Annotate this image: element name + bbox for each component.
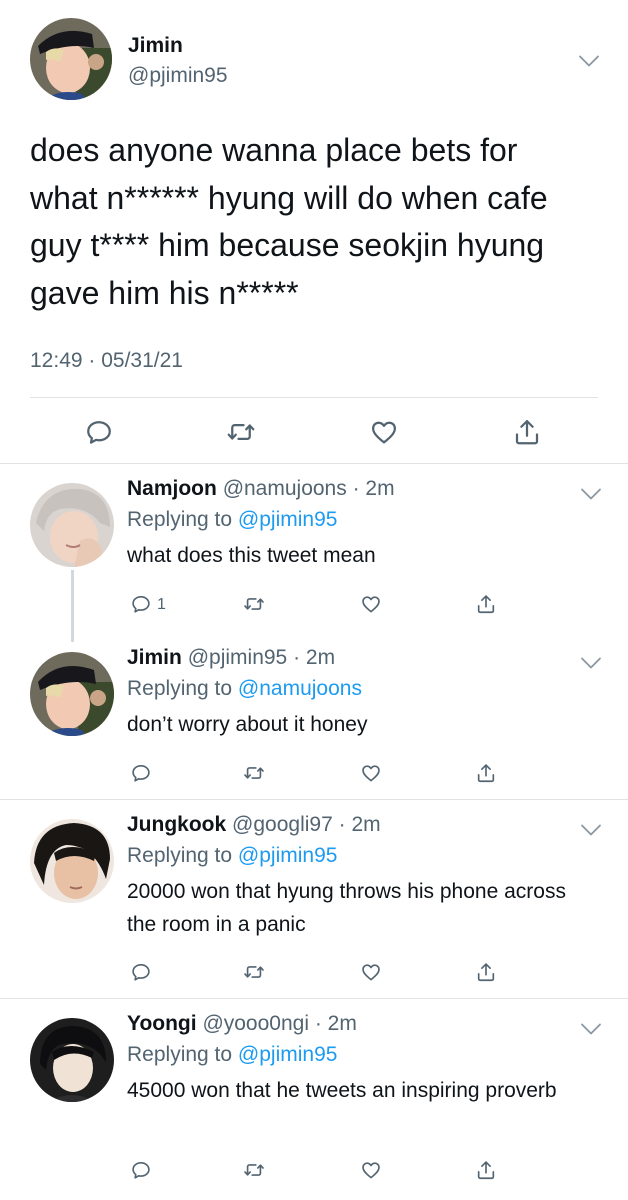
author-handle[interactable]: @yooo0ngi (202, 1012, 309, 1035)
reply-text: 20000 won that hyung throws his phone ac… (127, 880, 566, 936)
reply-tweet[interactable]: Jungkook @googli97 · 2m Replying to @pji… (0, 801, 628, 999)
reply-time[interactable]: 2m (365, 477, 394, 500)
reply-icon[interactable] (130, 762, 152, 784)
thread-connector (71, 570, 74, 642)
divider (30, 397, 598, 398)
tweet-timestamp[interactable]: 12:49 · 05/31/21 (30, 349, 183, 373)
retweet-icon[interactable] (243, 1159, 265, 1181)
chevron-down-icon[interactable] (580, 656, 602, 670)
retweet-icon[interactable] (243, 961, 265, 983)
chevron-down-icon[interactable] (580, 1022, 602, 1036)
retweet-icon[interactable] (243, 762, 265, 784)
avatar[interactable] (30, 819, 114, 903)
avatar[interactable] (30, 1018, 114, 1102)
reply-tweet[interactable]: Jimin @pjimin95 · 2m Replying to @namujo… (0, 634, 628, 800)
reply-icon[interactable] (84, 417, 114, 447)
share-icon[interactable] (512, 417, 542, 447)
reply-header: Yoongi @yooo0ngi · 2m (127, 1012, 357, 1036)
reply-time[interactable]: 2m (328, 1012, 357, 1035)
author-name[interactable]: Jimin (128, 34, 183, 58)
reply-icon[interactable] (130, 961, 152, 983)
reply-text: don’t worry about it honey (127, 713, 368, 736)
retweet-icon[interactable] (243, 593, 265, 615)
author-handle[interactable]: @googli97 (232, 813, 333, 836)
mention-link[interactable]: @pjimin95 (238, 844, 338, 867)
replying-label: Replying to (127, 508, 233, 531)
reply-text: what does this tweet mean (127, 544, 376, 567)
share-icon[interactable] (475, 593, 497, 615)
mention-link[interactable]: @namujoons (238, 677, 362, 700)
reply-tweet[interactable]: Namjoon @namujoons · 2m Replying to @pji… (0, 465, 628, 633)
separator: · (346, 477, 366, 500)
chevron-down-icon[interactable] (580, 487, 602, 501)
replying-to: Replying to @pjimin95 (127, 1043, 337, 1067)
replying-label: Replying to (127, 677, 233, 700)
reply-count: 1 (157, 596, 166, 613)
tweet-text-line: gave him his n***** (30, 274, 299, 311)
author-name[interactable]: Yoongi (127, 1012, 197, 1035)
separator: · (309, 1012, 328, 1035)
replying-to: Replying to @pjimin95 (127, 508, 337, 532)
reply-header: Jimin @pjimin95 · 2m (127, 646, 335, 670)
replying-label: Replying to (127, 844, 233, 867)
mention-link[interactable]: @pjimin95 (238, 508, 338, 531)
author-name[interactable]: Jimin (127, 646, 182, 669)
tweet-text-line: what n****** hyung will do when cafe (30, 179, 548, 216)
separator: · (332, 813, 352, 836)
reply-time[interactable]: 2m (306, 646, 335, 669)
chevron-down-icon[interactable] (578, 54, 600, 68)
tweet-text-line: does anyone wanna place bets for (30, 132, 518, 168)
separator: · (287, 646, 306, 669)
reply-header: Jungkook @googli97 · 2m (127, 813, 381, 837)
like-icon[interactable] (369, 417, 399, 447)
reply-time[interactable]: 2m (351, 813, 380, 836)
author-handle[interactable]: @pjimin95 (128, 64, 228, 88)
replying-to: Replying to @namujoons (127, 677, 362, 701)
avatar[interactable] (30, 18, 112, 100)
author-handle[interactable]: @namujoons (223, 477, 347, 500)
reply-tweet[interactable]: Yoongi @yooo0ngi · 2m Replying to @pjimi… (0, 1000, 628, 1200)
reply-icon[interactable] (130, 1159, 152, 1181)
like-icon[interactable] (360, 593, 382, 615)
retweet-icon[interactable] (226, 417, 256, 447)
share-icon[interactable] (475, 961, 497, 983)
avatar[interactable] (30, 652, 114, 736)
like-icon[interactable] (360, 762, 382, 784)
tweet-text-line: guy t**** him because seokjin hyung (30, 227, 545, 263)
like-icon[interactable] (360, 1159, 382, 1181)
main-tweet: Jimin @pjimin95 does anyone wanna place … (0, 0, 628, 464)
tweet-text: does anyone wanna place bets for what n*… (30, 127, 600, 317)
reply-text: 45000 won that he tweets an inspiring pr… (127, 1079, 557, 1102)
like-icon[interactable] (360, 961, 382, 983)
avatar[interactable] (30, 483, 114, 567)
replying-to: Replying to @pjimin95 (127, 844, 337, 868)
chevron-down-icon[interactable] (580, 823, 602, 837)
mention-link[interactable]: @pjimin95 (238, 1043, 338, 1066)
reply-header: Namjoon @namujoons · 2m (127, 477, 395, 501)
share-icon[interactable] (475, 1159, 497, 1181)
author-name[interactable]: Namjoon (127, 477, 217, 500)
reply-icon[interactable] (130, 593, 152, 615)
replying-label: Replying to (127, 1043, 233, 1066)
share-icon[interactable] (475, 762, 497, 784)
author-handle[interactable]: @pjimin95 (188, 646, 288, 669)
author-name[interactable]: Jungkook (127, 813, 226, 836)
